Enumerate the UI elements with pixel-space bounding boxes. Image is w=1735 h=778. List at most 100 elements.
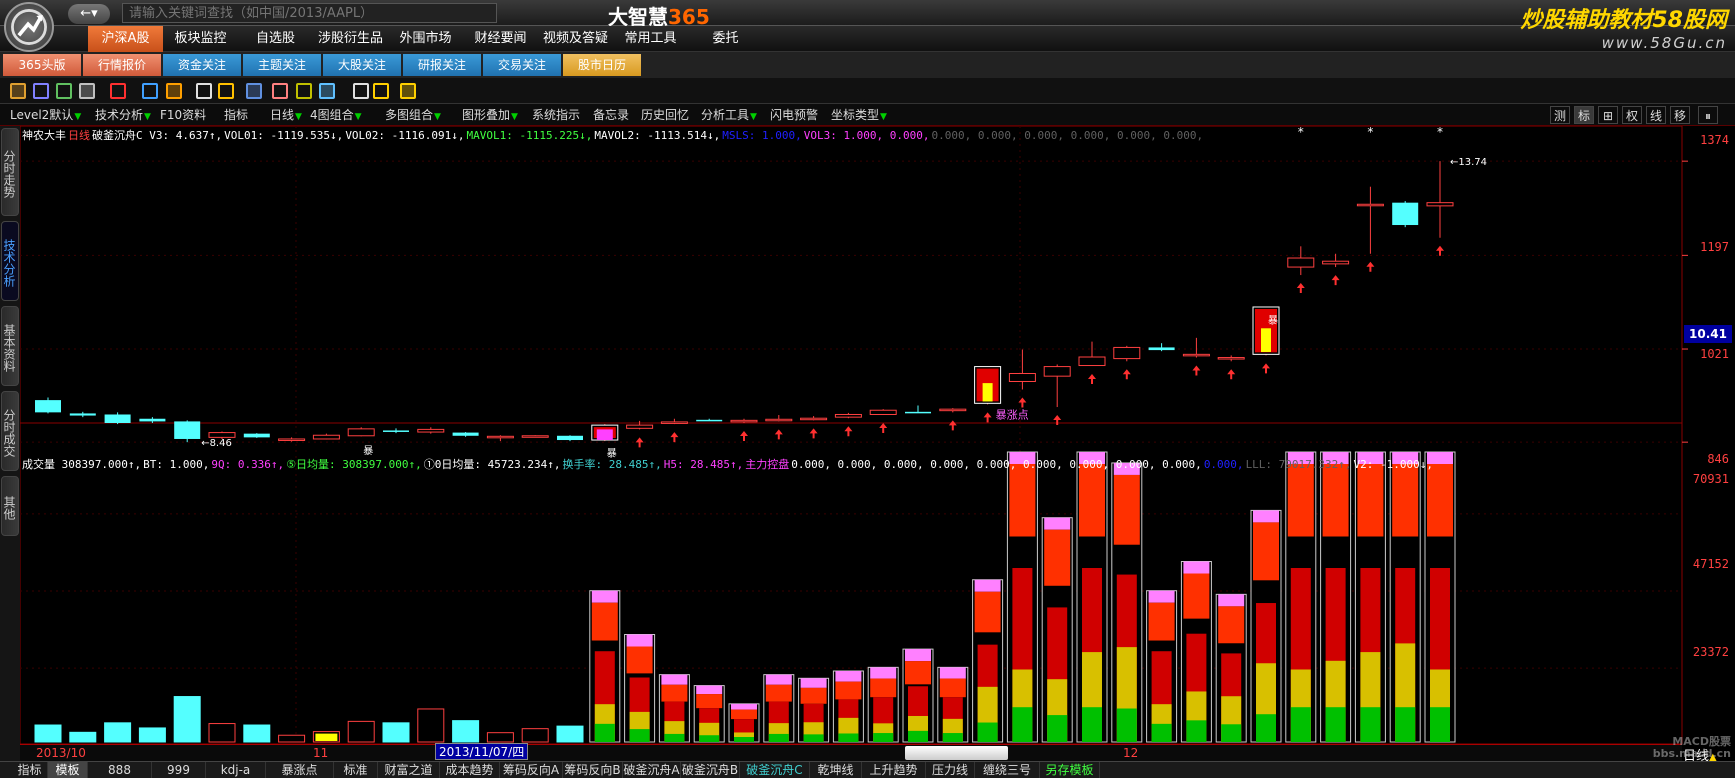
search-input[interactable] <box>122 3 497 23</box>
candle[interactable] <box>557 435 583 442</box>
candle[interactable] <box>104 412 131 425</box>
candle[interactable] <box>35 397 61 414</box>
func-toolbar-item[interactable]: 4图组合▼ <box>310 106 362 124</box>
candle[interactable] <box>417 427 445 434</box>
candle[interactable] <box>905 405 931 414</box>
volume-bar[interactable] <box>312 731 340 743</box>
candle-icon[interactable] <box>166 83 182 99</box>
candle[interactable] <box>452 432 479 437</box>
template-tab[interactable]: 999 <box>152 762 206 778</box>
template-tab[interactable]: 缠绕三号 <box>975 762 1040 778</box>
candle[interactable] <box>765 415 793 440</box>
info-icon[interactable] <box>373 83 389 99</box>
template-tab[interactable]: kdj-a <box>206 762 266 778</box>
sub-nav-tab[interactable]: 大股关注 <box>323 54 401 76</box>
candle[interactable] <box>347 427 375 437</box>
volume-bar[interactable] <box>624 634 656 743</box>
template-tab[interactable]: 指标 <box>12 762 48 778</box>
volume-bar[interactable] <box>1285 451 1317 743</box>
chart-mode-button[interactable]: 移 <box>1670 106 1690 124</box>
volume-bar[interactable] <box>693 685 725 743</box>
sub-nav-tab[interactable]: 365头版 <box>3 54 81 76</box>
line-icon[interactable] <box>196 83 212 99</box>
func-toolbar-item[interactable]: 历史回忆 <box>641 106 689 124</box>
left-tab-4[interactable]: 分时成交 <box>1 391 19 471</box>
func-toolbar-item[interactable]: 坐标类型▼ <box>831 106 887 124</box>
candle[interactable] <box>696 418 723 422</box>
volume-bar[interactable] <box>1041 517 1073 743</box>
volume-bar[interactable] <box>69 731 97 743</box>
volume-bar[interactable] <box>104 722 132 743</box>
kline-chart[interactable]: * * *←8.46←13.74暴 暴暴暴涨点 <box>20 126 1735 744</box>
candle[interactable] <box>486 435 514 442</box>
text-icon[interactable] <box>319 83 335 99</box>
func-toolbar-item[interactable]: 闪电预警 <box>770 106 818 124</box>
volume-bar[interactable] <box>902 648 934 743</box>
sub-nav-tab[interactable]: 交易关注 <box>483 54 561 76</box>
candle[interactable] <box>243 433 270 438</box>
candle[interactable] <box>383 428 409 434</box>
candle[interactable] <box>1322 253 1350 286</box>
app-logo-icon[interactable] <box>4 2 54 52</box>
candle[interactable] <box>626 420 654 448</box>
candle[interactable] <box>1426 161 1454 256</box>
candle[interactable] <box>1356 186 1384 272</box>
template-tab[interactable]: 模板 <box>48 762 88 778</box>
main-nav-item[interactable]: 沪深A股 <box>88 26 163 52</box>
volume-bar[interactable] <box>728 703 760 743</box>
draw-icon[interactable] <box>272 83 288 99</box>
candle[interactable] <box>1043 364 1071 426</box>
note-icon[interactable] <box>353 83 369 99</box>
func-toolbar-item[interactable]: 多图组合▼ <box>385 106 441 124</box>
volume-bar[interactable] <box>867 666 899 743</box>
template-tab[interactable]: 标准 <box>334 762 378 778</box>
chart-mode-button[interactable]: ⏸ <box>1698 106 1718 124</box>
chart-mode-button[interactable]: 权 <box>1622 106 1642 124</box>
volume-bar[interactable] <box>556 725 584 743</box>
stop-icon[interactable] <box>110 83 126 99</box>
volume-bar[interactable] <box>452 720 480 743</box>
candle[interactable] <box>1008 349 1036 408</box>
volume-bar[interactable] <box>382 722 410 743</box>
candle[interactable] <box>939 408 967 431</box>
volume-bar[interactable] <box>243 724 271 743</box>
main-nav-item[interactable]: 财经要闻 <box>463 26 538 52</box>
template-tab[interactable]: 破釜沉舟C <box>740 762 810 778</box>
candle[interactable] <box>1113 345 1141 380</box>
template-tab[interactable]: 上升趋势 <box>862 762 926 778</box>
main-nav-item[interactable]: 自选股 <box>238 26 313 52</box>
chart-icon[interactable] <box>56 83 72 99</box>
volume-bar[interactable] <box>1424 451 1456 743</box>
candle[interactable] <box>312 433 340 440</box>
candle[interactable] <box>834 412 862 437</box>
picture-icon[interactable] <box>246 83 262 99</box>
main-nav-item[interactable]: 委托 <box>688 26 763 52</box>
sub-nav-tab[interactable]: 股市日历 <box>563 54 641 76</box>
candle[interactable] <box>174 420 201 443</box>
candle[interactable] <box>869 409 897 434</box>
candle[interactable] <box>660 418 688 443</box>
volume-bar[interactable] <box>417 708 445 743</box>
template-tab[interactable]: 财富之道 <box>378 762 440 778</box>
candle[interactable] <box>1392 201 1419 228</box>
chart-mode-button[interactable]: 测 <box>1550 106 1570 124</box>
date-axis[interactable]: 2013/10 11 12 <box>20 744 1682 761</box>
volume-bar[interactable] <box>1146 590 1178 743</box>
candle[interactable] <box>521 435 549 438</box>
sub-nav-tab[interactable]: 主题关注 <box>243 54 321 76</box>
volume-bar[interactable] <box>521 728 549 743</box>
func-toolbar-item[interactable]: 日线▼ <box>270 106 302 124</box>
candle[interactable] <box>800 416 828 439</box>
left-tab-5[interactable]: 其他 <box>1 476 19 536</box>
func-toolbar-item[interactable]: 分析工具▼ <box>701 106 757 124</box>
func-toolbar-item[interactable]: 备忘录 <box>593 106 629 124</box>
volume-bar[interactable] <box>658 674 690 743</box>
main-nav-item[interactable]: 外围市场 <box>388 26 463 52</box>
volume-bar[interactable] <box>763 674 795 743</box>
template-tab[interactable]: 乾坤线 <box>810 762 862 778</box>
volume-bar[interactable] <box>1250 509 1282 743</box>
chart-mode-button[interactable]: ⊞ <box>1598 106 1618 124</box>
template-tab[interactable]: 另存模板 <box>1040 762 1100 778</box>
func-toolbar-item[interactable]: 指标 <box>224 106 248 124</box>
func-toolbar-item[interactable]: 系统指示 <box>532 106 580 124</box>
